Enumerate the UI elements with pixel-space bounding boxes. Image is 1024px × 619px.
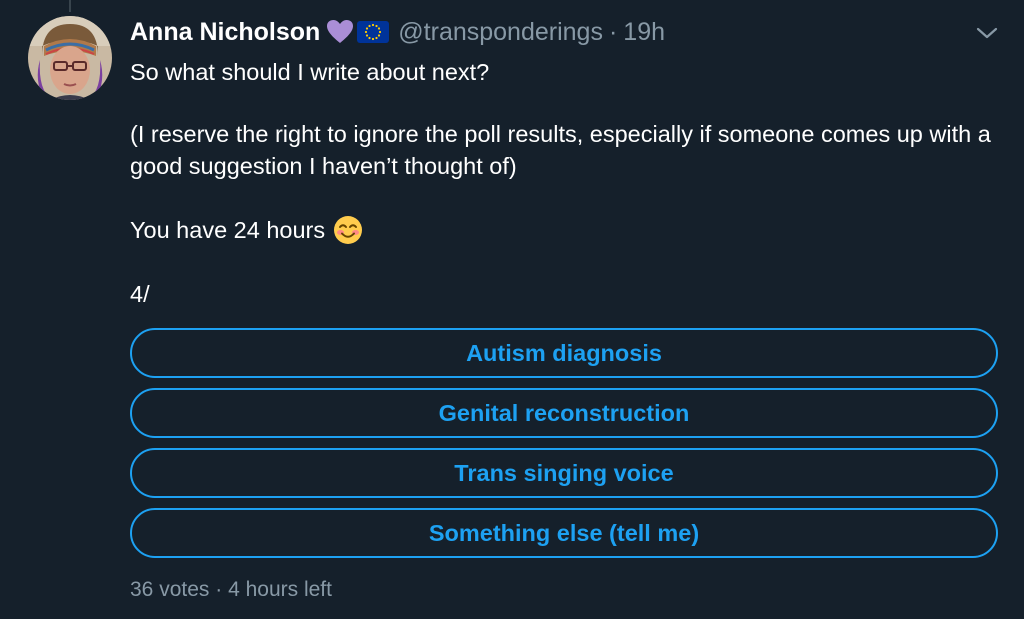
avatar[interactable] xyxy=(28,16,112,100)
avatar-image xyxy=(28,16,112,100)
poll: Autism diagnosis Genital reconstruction … xyxy=(130,328,998,568)
eu-flag-icon xyxy=(356,20,390,44)
tweet-timestamp[interactable]: 19h xyxy=(623,18,665,47)
poll-option-trans-singing-voice[interactable]: Trans singing voice xyxy=(130,448,998,498)
chevron-down-icon[interactable] xyxy=(972,22,1002,44)
thread-connector-line xyxy=(69,0,71,12)
tweet-text-line: 4/ xyxy=(130,281,150,307)
author-name[interactable]: Anna Nicholson xyxy=(130,18,320,47)
poll-option-something-else[interactable]: Something else (tell me) xyxy=(130,508,998,558)
poll-option-autism-diagnosis[interactable]: Autism diagnosis xyxy=(130,328,998,378)
author-handle[interactable]: @transponderings xyxy=(398,18,603,47)
tweet-text-segment: You have 24 hours xyxy=(130,217,326,243)
poll-meta: 36 votes · 4 hours left xyxy=(130,578,332,602)
tweet-text-line: (I reserve the right to ignore the poll … xyxy=(130,121,998,179)
poll-time-left: 4 hours left xyxy=(228,578,332,601)
purple-heart-icon xyxy=(326,19,354,45)
poll-option-genital-reconstruction[interactable]: Genital reconstruction xyxy=(130,388,998,438)
tweet-text-line: You have 24 hours xyxy=(130,214,1010,246)
poll-vote-count: 36 votes xyxy=(130,578,210,601)
tweet[interactable]: Anna Nicholson @transponderings · 19h So… xyxy=(0,0,1024,619)
header-separator: · xyxy=(608,17,618,46)
smiling-face-icon xyxy=(333,215,363,245)
tweet-header: Anna Nicholson @transponderings · 19h xyxy=(130,14,665,50)
tweet-text-line: So what should I write about next? xyxy=(130,59,490,85)
poll-meta-separator: · xyxy=(215,578,223,601)
